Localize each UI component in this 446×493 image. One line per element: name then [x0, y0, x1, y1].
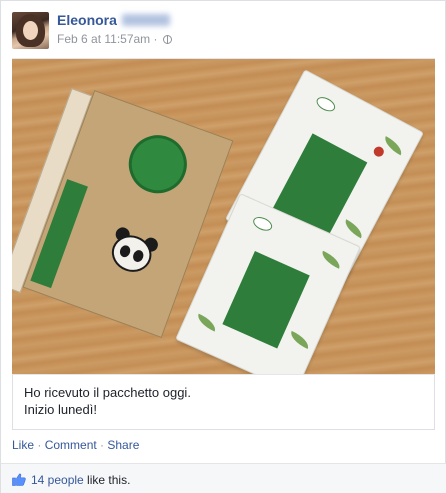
- post-caption: Ho ricevuto il pacchetto oggi. Inizio lu…: [12, 375, 435, 430]
- action-separator: ·: [96, 438, 108, 452]
- action-separator: ·: [34, 438, 45, 452]
- author-name-row: Eleonora: [57, 12, 170, 29]
- leaf-decoration: [381, 136, 406, 156]
- comment-link[interactable]: Comment: [45, 438, 97, 452]
- globe-icon[interactable]: [162, 35, 172, 44]
- likes-text: 14 people like this.: [31, 473, 130, 487]
- caption-line-1: Ho ricevuto il pacchetto oggi.: [24, 385, 191, 400]
- pouch-brand-mark: [314, 94, 338, 115]
- caption-line-2: Inizio lunedì!: [24, 402, 97, 417]
- leaf-decoration: [194, 313, 219, 332]
- likes-count-link[interactable]: 14 people: [31, 473, 84, 487]
- redacted-surname: [121, 14, 170, 26]
- avatar[interactable]: [12, 12, 49, 49]
- leaf-decoration: [341, 219, 366, 239]
- leaf-decoration: [318, 250, 344, 269]
- panda-illustration: [94, 218, 167, 294]
- post-actions: Like · Comment · Share: [12, 438, 139, 452]
- author-name[interactable]: Eleonora: [57, 12, 117, 28]
- post-photo[interactable]: [12, 58, 435, 375]
- likes-suffix: like this.: [83, 473, 131, 487]
- likes-summary: 14 people like this.: [1, 463, 446, 493]
- post-timestamp[interactable]: Feb 6 at 11:57am: [57, 32, 150, 46]
- thumbs-up-icon: [12, 473, 26, 486]
- pouch-badge: [372, 144, 386, 159]
- share-link[interactable]: Share: [107, 438, 139, 452]
- meta-separator: ·: [153, 32, 158, 46]
- avatar-face: [23, 21, 38, 40]
- post-meta: Feb 6 at 11:57am ·: [57, 32, 172, 46]
- facebook-post: Eleonora Feb 6 at 11:57am · Ho ricevuto …: [0, 0, 446, 493]
- leaf-decoration: [287, 330, 312, 349]
- pouch-brand-mark: [251, 214, 275, 234]
- box-sticker: [120, 127, 196, 202]
- like-link[interactable]: Like: [12, 438, 34, 452]
